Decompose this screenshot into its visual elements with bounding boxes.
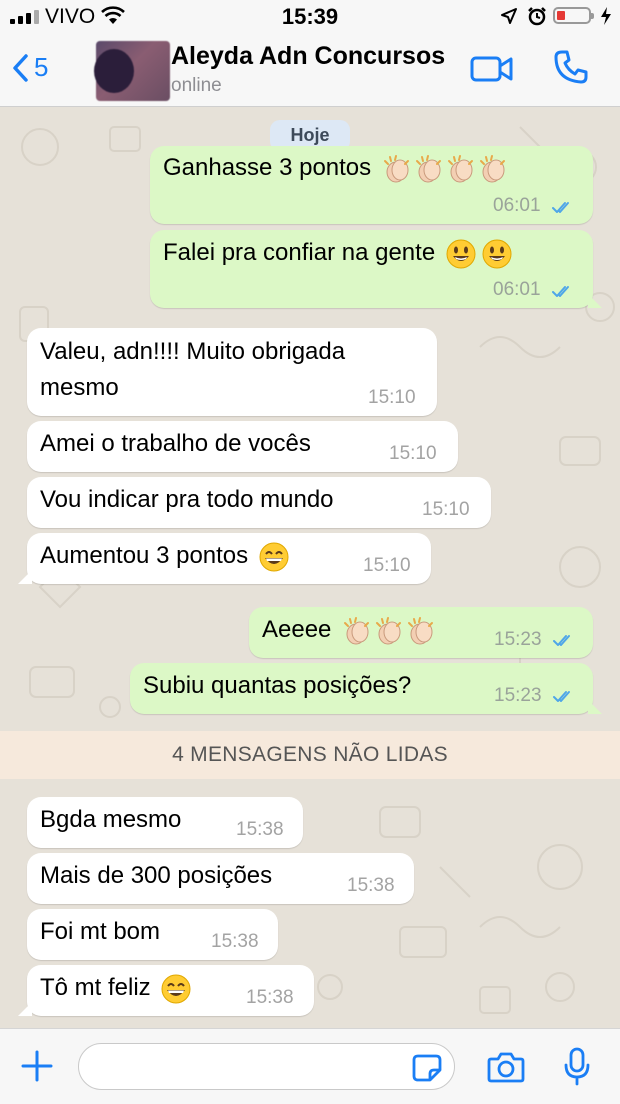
message-bubble-incoming[interactable]: Valeu, adn!!!! Muito obrigada mesmo 15:1… bbox=[27, 328, 437, 416]
message-text: Amei o trabalho de vocês bbox=[40, 430, 311, 457]
camera-icon[interactable] bbox=[487, 1051, 525, 1083]
back-button[interactable]: 5 bbox=[12, 52, 48, 83]
location-arrow-icon bbox=[501, 8, 517, 24]
message-bubble-outgoing[interactable]: Aeeee 15:23 bbox=[249, 607, 593, 658]
read-receipt-icon bbox=[552, 202, 569, 213]
message-time: 15:23 bbox=[494, 685, 542, 706]
message-time: 06:01 bbox=[493, 195, 541, 216]
message-text: Falei pra confiar na gente bbox=[163, 239, 436, 266]
message-time: 15:10 bbox=[363, 555, 411, 576]
message-time: 15:38 bbox=[347, 875, 395, 896]
grin-face-emoji-icon bbox=[161, 973, 192, 1004]
grin-face-emoji-icon bbox=[258, 541, 289, 572]
battery-icon bbox=[553, 7, 594, 24]
contact-name[interactable]: Aleyda Adn Concursos bbox=[171, 42, 445, 71]
message-time: 15:10 bbox=[422, 499, 470, 520]
message-bubble-incoming[interactable]: Mais de 300 posições 15:38 bbox=[27, 853, 414, 904]
microphone-icon[interactable] bbox=[563, 1047, 591, 1087]
unread-chats-count: 5 bbox=[34, 52, 49, 82]
message-bubble-outgoing[interactable]: Falei pra confiar na gente 06:01 bbox=[150, 230, 602, 308]
message-bubble-incoming[interactable]: Tô mt feliz 15:38 bbox=[18, 965, 314, 1016]
message-text: Tô mt feliz bbox=[40, 974, 151, 1001]
read-receipt-icon bbox=[553, 691, 570, 702]
chat-area[interactable]: Hoje Ganhasse 3 pontos 06:01 Falei pra c… bbox=[0, 107, 620, 1028]
message-time: 15:38 bbox=[246, 987, 294, 1008]
message-bubble-incoming[interactable]: Amei o trabalho de vocês 15:10 bbox=[27, 421, 458, 472]
message-text: Foi mt bom bbox=[40, 918, 161, 945]
read-receipt-icon bbox=[552, 286, 569, 297]
message-text: Subiu quantas posições? bbox=[143, 672, 412, 699]
sticker-icon[interactable] bbox=[412, 1054, 442, 1082]
message-bubble-incoming[interactable]: Aumentou 3 pontos 15:10 bbox=[18, 533, 431, 584]
message-time: 15:38 bbox=[211, 931, 259, 952]
composer-bar bbox=[0, 1028, 620, 1104]
message-text: Bgda mesmo bbox=[40, 806, 182, 833]
video-call-icon[interactable] bbox=[470, 54, 514, 84]
message-time: 15:23 bbox=[494, 629, 542, 650]
message-text: Ganhasse 3 pontos bbox=[163, 154, 372, 181]
message-time: 15:38 bbox=[236, 819, 284, 840]
message-text: Vou indicar pra todo mundo bbox=[40, 486, 334, 513]
unread-messages-divider: 4 MENSAGENS NÃO LIDAS bbox=[0, 731, 620, 779]
message-time: 15:10 bbox=[389, 443, 437, 464]
message-input[interactable] bbox=[78, 1043, 455, 1090]
message-text: Aeeee bbox=[262, 616, 332, 643]
clapping-hands-emoji-icon bbox=[383, 154, 505, 183]
plus-attach-icon[interactable] bbox=[20, 1049, 54, 1083]
message-time: 06:01 bbox=[493, 279, 541, 300]
smiley-face-emoji-icon bbox=[446, 239, 512, 269]
clapping-hands-emoji-icon bbox=[344, 616, 434, 645]
alarm-icon bbox=[528, 7, 546, 26]
chevron-left-icon bbox=[13, 53, 28, 82]
message-bubble-incoming[interactable]: Vou indicar pra todo mundo 15:10 bbox=[27, 477, 491, 528]
charging-icon bbox=[601, 7, 611, 25]
phone-call-icon[interactable] bbox=[553, 49, 589, 85]
message-bubble-incoming[interactable]: Bgda mesmo 15:38 bbox=[27, 797, 303, 848]
avatar[interactable] bbox=[94, 41, 170, 101]
message-text: Mais de 300 posições bbox=[40, 862, 273, 889]
message-text: Valeu, adn!!!! Muito obrigada mesmo bbox=[40, 338, 346, 401]
message-time: 15:10 bbox=[368, 387, 416, 408]
contact-status: online bbox=[171, 75, 222, 96]
message-bubble-outgoing[interactable]: Ganhasse 3 pontos 06:01 bbox=[150, 146, 593, 224]
message-text: Aumentou 3 pontos bbox=[40, 542, 249, 569]
read-receipt-icon bbox=[553, 635, 570, 646]
status-bar: VIVO 15:39 bbox=[0, 0, 620, 34]
message-bubble-incoming[interactable]: Foi mt bom 15:38 bbox=[27, 909, 278, 960]
message-bubble-outgoing[interactable]: Subiu quantas posições? 15:23 bbox=[130, 663, 602, 714]
chat-header: 5 Aleyda Adn Concursos online bbox=[0, 34, 620, 107]
